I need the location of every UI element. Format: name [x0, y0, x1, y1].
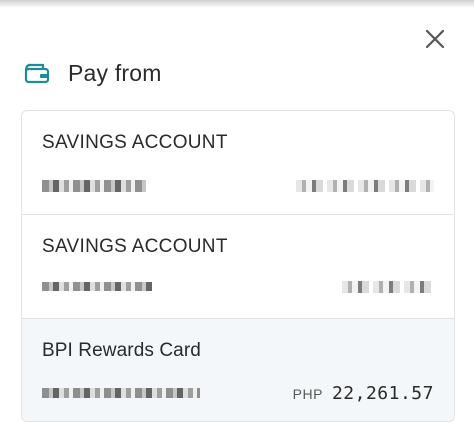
account-name: BPI Rewards Card [42, 340, 201, 361]
account-balance-redacted [296, 180, 434, 192]
close-icon [425, 29, 445, 49]
account-number-redacted [42, 282, 152, 291]
account-option-selected[interactable]: BPI Rewards Card PHP 22,261.57 [22, 319, 454, 421]
dialog-title: Pay from [68, 59, 162, 86]
top-shadow [0, 0, 474, 8]
account-balance-redacted [342, 281, 434, 293]
balance-currency: PHP [292, 386, 323, 402]
wallet-icon [24, 63, 50, 84]
account-option[interactable]: SAVINGS ACCOUNT [22, 215, 454, 319]
account-option[interactable]: SAVINGS ACCOUNT [22, 111, 454, 215]
account-name: SAVINGS ACCOUNT [42, 132, 228, 153]
account-number-redacted [42, 180, 146, 192]
account-balance: PHP 22,261.57 [293, 383, 434, 404]
pay-from-dialog: Pay from SAVINGS ACCOUNT SAVINGS ACCOUNT… [0, 0, 474, 448]
account-number-redacted [42, 388, 200, 398]
account-name: SAVINGS ACCOUNT [42, 236, 228, 257]
close-button[interactable] [420, 24, 450, 54]
balance-amount: 22,261.57 [331, 383, 434, 404]
dialog-header: Pay from [24, 58, 162, 88]
account-list: SAVINGS ACCOUNT SAVINGS ACCOUNT BPI Rewa… [21, 110, 455, 422]
